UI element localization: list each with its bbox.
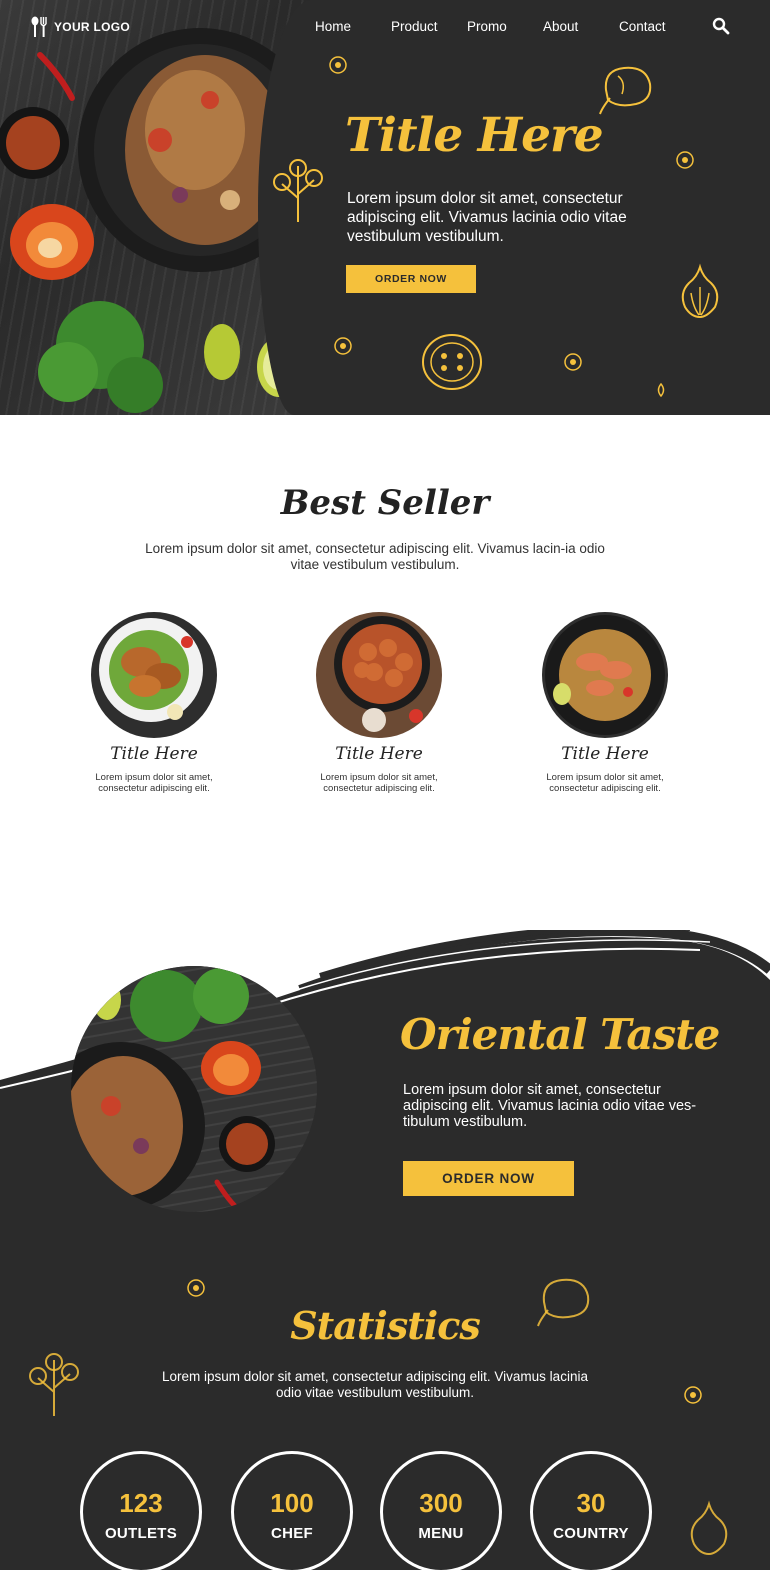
stat-label: OUTLETS bbox=[104, 1525, 178, 1542]
stat-label: CHEF bbox=[270, 1525, 314, 1542]
nav-home[interactable]: Home bbox=[315, 19, 351, 34]
logo-text: YOUR LOGO bbox=[54, 20, 131, 34]
parsley-doodle-icon bbox=[29, 1353, 79, 1416]
stat-chef: 100 CHEF bbox=[231, 1451, 353, 1570]
garlic-doodle-icon bbox=[690, 1500, 728, 1556]
best-seller-description: Lorem ipsum dolor sit amet, consectetur … bbox=[145, 541, 605, 572]
stat-country: 30 COUNTRY bbox=[530, 1451, 652, 1570]
nav-contact[interactable]: Contact bbox=[619, 19, 666, 34]
oriental-food-photo bbox=[71, 966, 317, 1212]
slice-doodle-icon bbox=[676, 151, 694, 169]
nav-product[interactable]: Product bbox=[391, 19, 438, 34]
nav-promo[interactable]: Promo bbox=[467, 19, 507, 34]
product-image[interactable] bbox=[91, 612, 217, 738]
stat-value: 300 bbox=[419, 1488, 463, 1518]
slice-doodle-icon bbox=[329, 56, 347, 74]
stat-value: 30 bbox=[576, 1488, 606, 1518]
stat-outlets: 123 OUTLETS bbox=[80, 1451, 202, 1570]
hero-title: Title Here bbox=[345, 108, 604, 163]
oriental-description: Lorem ipsum dolor sit amet, consectetur … bbox=[403, 1082, 697, 1130]
logo[interactable]: YOUR LOGO bbox=[30, 16, 130, 38]
tomato-slice-doodle-icon bbox=[422, 334, 482, 390]
parsley-doodle-icon bbox=[273, 159, 323, 222]
pepper-doodle-icon bbox=[599, 66, 652, 115]
product-description: Lorem ipsum dolor sit amet, consectetur … bbox=[546, 772, 664, 794]
product-image[interactable] bbox=[316, 612, 442, 738]
hero-section: YOUR LOGO Home Product Promo About Conta… bbox=[0, 0, 770, 415]
oriental-title: Oriental Taste bbox=[400, 1010, 720, 1059]
product-title: Title Here bbox=[335, 744, 423, 764]
product-description: Lorem ipsum dolor sit amet, consectetur … bbox=[95, 772, 213, 794]
stat-value: 100 bbox=[270, 1488, 314, 1518]
stat-value: 123 bbox=[119, 1488, 163, 1518]
statistics-description: Lorem ipsum dolor sit amet, consectetur … bbox=[162, 1369, 588, 1400]
oriental-order-now-button[interactable]: ORDER NOW bbox=[403, 1161, 574, 1196]
garlic-doodle-icon bbox=[681, 263, 719, 319]
landing-page: YOUR LOGO Home Product Promo About Conta… bbox=[0, 0, 770, 1570]
slice-doodle-icon bbox=[334, 337, 352, 355]
best-seller-title: Best Seller bbox=[280, 483, 490, 523]
stat-label: MENU bbox=[418, 1525, 464, 1542]
hero-order-now-button[interactable]: ORDER NOW bbox=[346, 265, 476, 293]
slice-doodle-icon bbox=[684, 1386, 702, 1404]
search-icon[interactable] bbox=[712, 17, 730, 35]
product-card[interactable]: Title Here Lorem ipsum dolor sit amet, c… bbox=[89, 612, 219, 794]
slice-doodle-icon bbox=[187, 1279, 205, 1297]
stat-label: COUNTRY bbox=[553, 1525, 629, 1542]
product-description: Lorem ipsum dolor sit amet, consectetur … bbox=[320, 772, 438, 794]
stat-menu: 300 MENU bbox=[380, 1451, 502, 1570]
product-image[interactable] bbox=[542, 612, 668, 738]
fork-spoon-icon bbox=[31, 16, 47, 37]
product-card[interactable]: Title Here Lorem ipsum dolor sit amet, c… bbox=[540, 612, 670, 794]
product-card[interactable]: Title Here Lorem ipsum dolor sit amet, c… bbox=[314, 612, 444, 794]
seed-doodle-icon bbox=[657, 382, 665, 398]
hero-description: Lorem ipsum dolor sit amet, consectetur … bbox=[347, 190, 627, 245]
statistics-title: Statistics bbox=[290, 1303, 481, 1348]
product-title: Title Here bbox=[110, 744, 198, 764]
product-title: Title Here bbox=[561, 744, 649, 764]
slice-doodle-icon bbox=[564, 353, 582, 371]
nav-about[interactable]: About bbox=[543, 19, 578, 34]
